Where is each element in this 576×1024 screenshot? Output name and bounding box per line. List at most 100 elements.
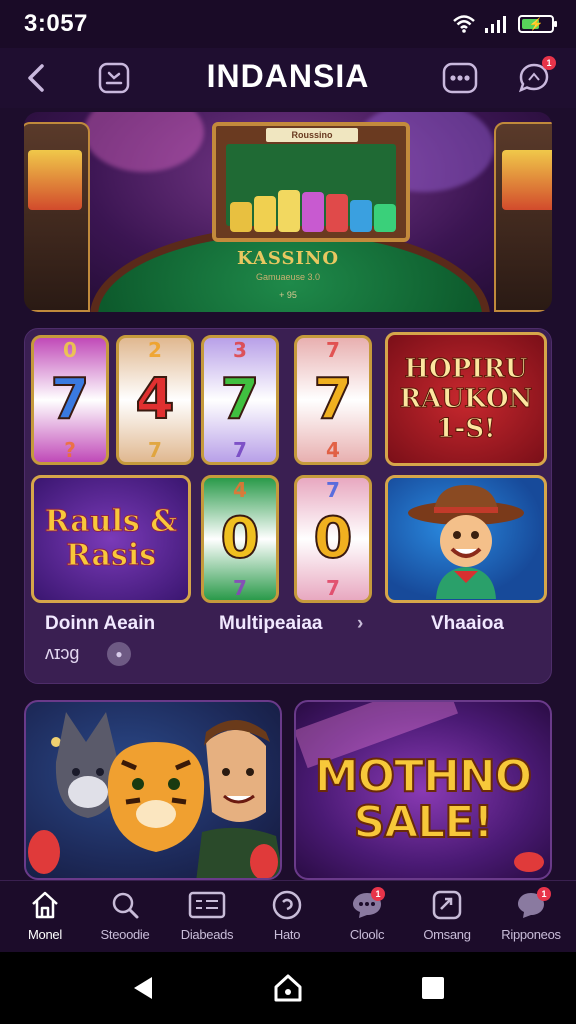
square-recents-icon bbox=[422, 977, 445, 999]
back-arrow-icon bbox=[28, 64, 44, 92]
messages-nav-badge: 1 bbox=[537, 887, 551, 901]
app-header: INDANSIA 1 bbox=[0, 48, 576, 108]
share-icon bbox=[432, 890, 462, 920]
status-bar: 3:057 ⚡ bbox=[0, 0, 576, 48]
home-icon bbox=[32, 891, 58, 919]
reel-bottom-symbol: 7 bbox=[233, 576, 247, 600]
system-recents-button[interactable] bbox=[413, 968, 453, 1008]
reel-top-symbol: 7 bbox=[326, 478, 340, 502]
chip-stack bbox=[302, 192, 324, 232]
category-sublabel-left: ʌɪɔɡ bbox=[45, 643, 80, 663]
category-label-middle[interactable]: Multipeaiaa bbox=[219, 613, 322, 635]
reel-main-symbol: 0 bbox=[313, 506, 354, 571]
slot-machine-right bbox=[494, 122, 552, 312]
reel-main-symbol: 0 bbox=[220, 506, 261, 571]
category-label-left[interactable]: Doinn Aeain bbox=[45, 613, 155, 635]
table-subtitle: Gamuaeuse 3.0 bbox=[255, 272, 321, 282]
chat-button[interactable]: 1 bbox=[516, 56, 556, 96]
category-label-right[interactable]: Vhaaioa bbox=[431, 613, 504, 635]
nav-label: Monel bbox=[28, 927, 62, 942]
history-button[interactable] bbox=[96, 60, 132, 96]
rauls-tile-text: Rauls & Rasis bbox=[44, 504, 178, 573]
system-home-button[interactable] bbox=[268, 968, 308, 1008]
nav-item-chat[interactable]: 1 Cloolc bbox=[326, 887, 408, 951]
reel-top-symbol: 2 bbox=[148, 338, 162, 362]
more-button[interactable] bbox=[442, 60, 478, 96]
signal-icon bbox=[485, 16, 506, 33]
nav-item-messages[interactable]: 1 Ripponeos bbox=[490, 887, 572, 951]
chip-stack bbox=[326, 194, 348, 232]
reel-bottom-symbol: 4 bbox=[326, 438, 340, 462]
slot-machine-left bbox=[24, 122, 90, 312]
history-icon bbox=[98, 62, 130, 94]
system-nav-bar bbox=[0, 952, 576, 1024]
chevron-right-icon[interactable]: › bbox=[357, 613, 363, 635]
chip-decoration bbox=[514, 852, 544, 872]
reel-top-symbol: 0 bbox=[63, 338, 77, 362]
characters-image bbox=[28, 712, 280, 878]
system-back-button[interactable] bbox=[123, 968, 163, 1008]
hero-banner[interactable]: Roussino KASSINO Gamuaeuse 3.0 + 95 bbox=[24, 112, 552, 312]
characters-promo-card[interactable] bbox=[24, 700, 282, 880]
reel-bottom-symbol: 7 bbox=[326, 576, 340, 600]
reel-top-symbol: 3 bbox=[233, 338, 247, 362]
reel-top-symbol: 7 bbox=[326, 338, 340, 362]
chip-stack bbox=[350, 200, 372, 232]
reel-main-symbol: 4 bbox=[135, 367, 176, 432]
chip-stack bbox=[374, 204, 396, 232]
charging-bolt-icon: ⚡ bbox=[528, 17, 544, 31]
settings-pill-icon[interactable]: ● bbox=[107, 642, 131, 666]
nav-label: Cloolc bbox=[349, 927, 385, 942]
back-button[interactable] bbox=[18, 60, 54, 96]
status-time: 3:057 bbox=[24, 10, 88, 37]
reel-main-symbol: 7 bbox=[313, 367, 354, 432]
nav-item-home[interactable]: Monel bbox=[4, 887, 86, 951]
promo-tile-text: HOPIRU RAUKON 1-S! bbox=[399, 354, 533, 445]
battery-icon: ⚡ bbox=[518, 15, 557, 33]
status-icons: ⚡ bbox=[452, 14, 557, 34]
chip-stack bbox=[230, 202, 252, 232]
slot-reel-5[interactable]: 4 0 7 bbox=[201, 475, 279, 603]
reel-main-symbol: 7 bbox=[220, 367, 261, 432]
more-dots-icon bbox=[442, 62, 478, 94]
games-panel: 0 7 ? 2 4 7 3 7 7 7 7 4 HOPIRU RAUKON 1-… bbox=[24, 328, 552, 684]
triangle-back-icon bbox=[133, 977, 152, 999]
cowboy-character-image bbox=[408, 485, 524, 599]
promo-game-tile[interactable]: HOPIRU RAUKON 1-S! bbox=[385, 332, 547, 466]
nav-label: Hato bbox=[273, 927, 301, 942]
slot-reel-6[interactable]: 7 0 7 bbox=[294, 475, 372, 603]
sale-promo-card[interactable]: MOTHNO SALE! bbox=[294, 700, 552, 880]
nav-label: Diabeads bbox=[180, 927, 234, 942]
chip-stack bbox=[254, 196, 276, 232]
reel-main-symbol: 7 bbox=[50, 367, 91, 432]
chat-badge: 1 bbox=[542, 56, 556, 70]
nav-label: Ripponeos bbox=[501, 927, 561, 942]
wifi-icon bbox=[453, 15, 475, 33]
table-label: KASSINO bbox=[236, 248, 340, 269]
reel-bottom-symbol: 7 bbox=[233, 438, 247, 462]
sale-headline: MOTHNO SALE! bbox=[314, 751, 533, 848]
nav-label: Steoodie bbox=[100, 927, 150, 942]
table-subtitle-2: + 95 bbox=[279, 290, 297, 300]
stage-light bbox=[84, 112, 204, 172]
nav-label: Omsang bbox=[423, 927, 471, 942]
slot-reel-3[interactable]: 3 7 7 bbox=[201, 335, 279, 465]
chip-stack bbox=[278, 190, 300, 232]
cowboy-game-tile[interactable] bbox=[385, 475, 547, 603]
bottom-nav: Monel Steoodie Diabeads Hato 1 Cloolc Om… bbox=[0, 880, 576, 952]
slot-reel-1[interactable]: 0 7 ? bbox=[31, 335, 109, 465]
list-icon bbox=[188, 891, 226, 919]
reel-top-symbol: 4 bbox=[233, 478, 247, 502]
board-title: Roussino bbox=[266, 128, 358, 142]
slot-reel-4[interactable]: 7 7 4 bbox=[294, 335, 372, 465]
nav-item-share[interactable]: Omsang bbox=[406, 887, 488, 951]
page-title: INDANSIA bbox=[206, 58, 370, 94]
nav-item-list[interactable]: Diabeads bbox=[166, 887, 248, 951]
rauls-game-tile[interactable]: Rauls & Rasis bbox=[31, 475, 191, 603]
chip-stacks bbox=[230, 190, 396, 232]
nav-item-search[interactable]: Steoodie bbox=[84, 887, 166, 951]
chat-nav-badge: 1 bbox=[371, 887, 385, 901]
nav-item-coin[interactable]: Hato bbox=[246, 887, 328, 951]
coin-icon bbox=[272, 890, 302, 920]
slot-reel-2[interactable]: 2 4 7 bbox=[116, 335, 194, 465]
